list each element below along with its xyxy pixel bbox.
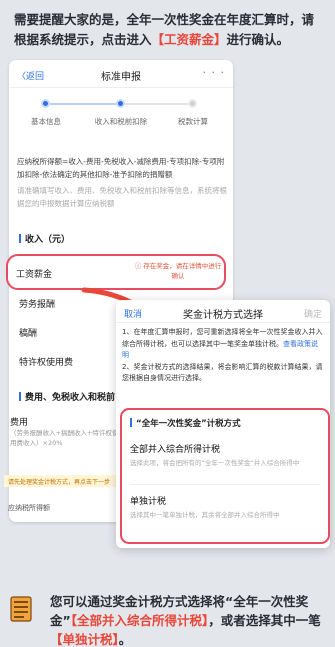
top-instruction-suffix: 进行确认。 [226,32,290,47]
bottom-note: 您可以通过奖金计税方式选择将“全年一次性奖金”【全部并入综合所得计税】，或者选择… [0,586,335,647]
nav-bar: 〈返回 标准申报 · · · [9,60,233,88]
page-title: 标准申报 [101,72,141,83]
bottom-note-part3: 。 [118,632,132,647]
income-row-labor[interactable]: 劳务报酬 [19,297,55,310]
dialog-notes: 1、在年度汇算申报时，您可重新选择将全年一次性奖金收入并入综合所得计税，也可以选… [122,327,324,385]
bottom-note-part2: ，或者选择其中一笔 [208,613,321,628]
dialog-divider [116,322,330,323]
fee-formula: （劳务报酬收入+稿酬收入+特许权使用费收入）×20% [10,429,119,447]
income-row-author[interactable]: 稿酬 [19,326,37,339]
step-label-1: 基本信息 [31,117,61,126]
warning-banner: 请先处理奖金计税方式，再点击下一步 [4,475,124,487]
dialog-confirm-button[interactable]: 确定 [304,307,322,320]
bottom-note-text: 您可以通过奖金计税方式选择将“全年一次性奖金”【全部并入综合所得计税】，或者选择… [50,592,330,647]
step-dot-3 [188,99,197,108]
formula-text: 应纳税所得额=收入-费用-免税收入-减除费用-专项扣除-专项附加扣除-依法确定的… [17,157,225,179]
step-dot-1 [41,99,50,108]
taxable-income-row[interactable]: 应纳税所得额 [8,503,50,513]
step-label-2: 收入和税前扣除 [94,117,148,126]
option-separate-desc: 选择其中一笔单独计税，其余将全部并入综合所得中 [130,511,280,519]
income-row-royalty[interactable]: 特许权使用费 [19,355,73,368]
formula-hint: 请准确填写收入、费用、免税收入和税前扣除等信息，系统将根据您的申报数据计算应纳税… [17,186,227,208]
top-instruction: 需要提醒大家的是，全年一次性奖金在年度汇算时，请根据系统提示，点击进入【工资薪金… [14,10,326,50]
option-merge-desc: 选择此项，将会把所有的“全年一次性奖金”并入综合所得中 [130,459,300,467]
bottom-note-highlight-1: 【全部并入综合所得计税】 [70,613,209,628]
dialog-title: 奖金计税方式选择 [183,310,263,321]
dialog-note-2: 2、奖金计税方式的选择结果，将会影响汇算的税款计算结果，请您根据自身情况进行选择… [122,362,323,383]
bonus-confirm-tag[interactable]: ⓘ 存在奖金，请在详情中进行确认 [132,261,224,281]
option-divider [130,484,320,485]
book-icon [10,596,32,622]
option-merge-title[interactable]: 全部并入综合所得计税 [130,442,220,455]
method-heading: “全年一次性奖金”计税方式 [130,417,241,429]
step-line-1 [47,103,121,105]
wage-income-label: 工资薪金 [16,270,53,280]
step-line-2 [121,103,193,105]
fee-label: 费用 [10,418,29,428]
step-progress: 基本信息 收入和税前扣除 税款计算 [9,96,233,136]
income-section-heading: 收入（元） [19,232,70,245]
bottom-note-highlight-2: 【单独计税】 [50,632,119,647]
step-dot-2 [116,99,125,108]
deduction-section-heading: 费用、免税收入和税前 [19,390,115,403]
step-label-3: 税款计算 [178,117,208,126]
method-options: “全年一次性奖金”计税方式 全部并入综合所得计税 选择此项，将会把所有的“全年一… [120,408,330,544]
top-instruction-highlight: 【工资薪金】 [151,32,227,47]
more-icon[interactable]: · · · [203,66,225,79]
option-separate-title[interactable]: 单独计税 [130,494,166,507]
tax-formula: 应纳税所得额=收入-费用-免税收入-减除费用-专项扣除-专项附加扣除-依法确定的… [17,156,227,210]
